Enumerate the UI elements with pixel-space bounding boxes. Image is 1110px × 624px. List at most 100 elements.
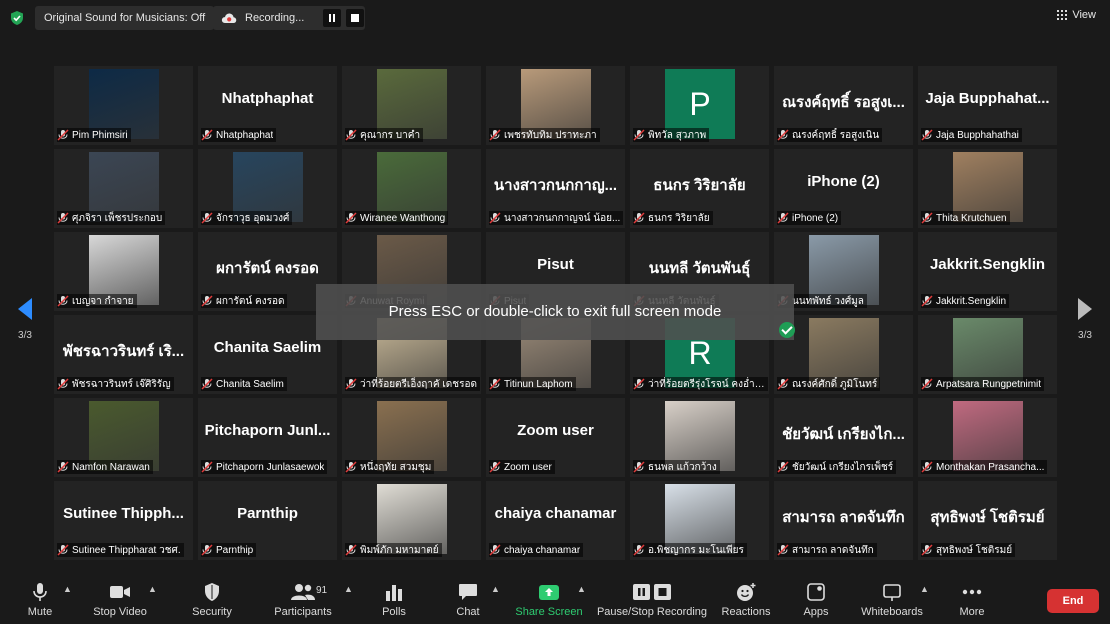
- polls-button[interactable]: Polls: [376, 572, 412, 624]
- participant-name: จักราวุธ อุดมวงศ์: [216, 212, 290, 224]
- participant-name: Pim Phimsiri: [72, 129, 128, 141]
- participant-tile[interactable]: สุทธิพงษ์ โชติรมย์ สุทธิพงษ์ โชติรมย์: [918, 481, 1057, 560]
- participant-name-label: Sutinee Thippharat วชศ.: [57, 543, 184, 557]
- security-button[interactable]: Security: [190, 572, 234, 624]
- view-button[interactable]: View: [1057, 9, 1096, 21]
- page-indicator-left: 3/3: [18, 330, 32, 341]
- participant-name-label: คุณากร บาคำ: [345, 128, 424, 142]
- participant-name: ธนพล แก้วกว้าง: [648, 461, 717, 473]
- participant-tile[interactable]: Zoom user Zoom user: [486, 398, 625, 477]
- participant-tile[interactable]: ศุภจิรา เพ็ชรประกอบ: [54, 149, 193, 228]
- participant-tile[interactable]: Thita Krutchuen: [918, 149, 1057, 228]
- mute-button[interactable]: Mute: [20, 572, 60, 624]
- participant-name: chaiya chanamar: [504, 544, 581, 556]
- participant-display-name: สุทธิพงษ์ โชติรมย์: [930, 509, 1045, 526]
- more-button[interactable]: More: [952, 572, 992, 624]
- participant-display-name: ผการัตน์ คงรอด: [216, 260, 319, 277]
- previous-page-button[interactable]: 3/3: [10, 298, 40, 341]
- participant-tile[interactable]: P พิทวัล สุวภาพ: [630, 66, 769, 145]
- participant-tile[interactable]: นางสาวกนกกาญ... นางสาวกนกกาญจน์ น้อย...: [486, 149, 625, 228]
- shield-icon: [205, 583, 219, 601]
- participant-tile[interactable]: พิมพ์ภัก มหามาตย์: [342, 481, 481, 560]
- participant-name: สามารถ ลาดจันทึก: [792, 544, 874, 556]
- participant-tile[interactable]: สามารถ ลาดจันทึก สามารถ ลาดจันทึก: [774, 481, 913, 560]
- participant-name-label: ศุภจิรา เพ็ชรประกอบ: [57, 211, 166, 225]
- participant-tile[interactable]: ธนกร วิริยาลัย ธนกร วิริยาลัย: [630, 149, 769, 228]
- participants-options-caret-icon[interactable]: ▲: [344, 584, 353, 594]
- participant-tile[interactable]: Monthakan Prasancha...: [918, 398, 1057, 477]
- pause-stop-recording-label: Pause/Stop Recording: [596, 606, 708, 618]
- participant-name: ศุภจิรา เพ็ชรประกอบ: [72, 212, 163, 224]
- share-screen-button[interactable]: Share Screen: [514, 572, 584, 624]
- chat-label: Chat: [456, 606, 480, 618]
- participant-tile[interactable]: ณรงค์ศักดิ์ ภูมิโนทร์: [774, 315, 913, 394]
- mute-label: Mute: [27, 606, 53, 618]
- participant-name: iPhone (2): [792, 212, 839, 224]
- participant-tile[interactable]: ชัยวัฒน์ เกรียงไก... ชัยวัฒน์ เกรียงไกรเพ…: [774, 398, 913, 477]
- participant-tile[interactable]: Pitchaporn Junl... Pitchaporn Junlasaewok: [198, 398, 337, 477]
- participant-name: ณรงค์ฤทธิ์ รอสูงเนิน: [792, 129, 880, 141]
- participant-name: เพชรทับทิม ปราทะภา: [504, 129, 597, 141]
- participant-tile[interactable]: ณรงค์ฤทธิ์ รอสูงเ... ณรงค์ฤทธิ์ รอสูงเนิน: [774, 66, 913, 145]
- end-meeting-button[interactable]: End: [1047, 589, 1099, 613]
- share-options-caret-icon[interactable]: ▲: [577, 584, 586, 594]
- next-page-button[interactable]: 3/3: [1070, 298, 1100, 341]
- security-label: Security: [192, 606, 232, 618]
- muted-microphone-icon: [489, 129, 501, 141]
- participant-tile[interactable]: Namfon Narawan: [54, 398, 193, 477]
- participant-tile[interactable]: Arpatsara Rungpetnimit: [918, 315, 1057, 394]
- participant-display-name: นนทลี วัตนพันธุ์: [648, 260, 751, 277]
- participant-name: ณรงค์ศักดิ์ ภูมิโนทร์: [792, 378, 878, 390]
- original-sound-button[interactable]: Original Sound for Musicians: Off: [35, 6, 215, 30]
- participant-tile[interactable]: Sutinee Thipph... Sutinee Thippharat วชศ.: [54, 481, 193, 560]
- participant-name-label: เพชรทับทิม ปราทะภา: [489, 128, 600, 142]
- participant-tile[interactable]: พัชรฉาวรินทร์ เริ... พัชรฉาวรินทร์ เจ๊ศิร…: [54, 315, 193, 394]
- participant-tile[interactable]: เบญจา กำจาย: [54, 232, 193, 311]
- muted-microphone-icon: [57, 544, 69, 556]
- participant-name-label: สามารถ ลาดจันทึก: [777, 543, 877, 557]
- participant-tile[interactable]: iPhone (2) iPhone (2): [774, 149, 913, 228]
- participant-name-label: Jaja Bupphahathai: [921, 128, 1022, 142]
- participant-tile[interactable]: Jakkrit.Sengklin Jakkrit.Sengklin: [918, 232, 1057, 311]
- participant-tile[interactable]: ธนพล แก้วกว้าง: [630, 398, 769, 477]
- pause-stop-icon: [633, 584, 671, 600]
- participant-tile[interactable]: Jaja Bupphahat... Jaja Bupphahathai: [918, 66, 1057, 145]
- muted-microphone-icon: [633, 544, 645, 556]
- participant-tile[interactable]: Wiranee Wanthong: [342, 149, 481, 228]
- mute-options-caret-icon[interactable]: ▲: [63, 584, 72, 594]
- participant-tile[interactable]: นนทพัทธ์ วงศ์มูล: [774, 232, 913, 311]
- participant-tile[interactable]: เพชรทับทิม ปราทะภา: [486, 66, 625, 145]
- whiteboards-button[interactable]: Whiteboards: [858, 572, 926, 624]
- chat-button[interactable]: Chat: [450, 572, 486, 624]
- participant-tile[interactable]: Parnthip Parnthip: [198, 481, 337, 560]
- muted-microphone-icon: [921, 378, 933, 390]
- muted-microphone-icon: [201, 212, 213, 224]
- reactions-button[interactable]: Reactions: [720, 572, 772, 624]
- participant-name: ว่าที่ร้อยตรีเอ็งฤาคั เดชรอด: [360, 378, 477, 390]
- participant-tile[interactable]: อ.พิชญากร มะโนเพียร: [630, 481, 769, 560]
- stop-video-button[interactable]: Stop Video: [90, 572, 150, 624]
- participant-tile[interactable]: Nhatphaphat Nhatphaphat: [198, 66, 337, 145]
- chat-options-caret-icon[interactable]: ▲: [491, 584, 500, 594]
- pause-stop-recording-button[interactable]: Pause/Stop Recording: [596, 572, 708, 624]
- stop-recording-button[interactable]: [346, 9, 364, 27]
- pause-recording-button[interactable]: [323, 9, 341, 27]
- participant-name: Monthakan Prasancha...: [936, 461, 1045, 473]
- participant-name: คุณากร บาคำ: [360, 129, 421, 141]
- cloud-recording-icon: [221, 13, 237, 23]
- participant-tile[interactable]: หนึ่งฤทัย สวมชุม: [342, 398, 481, 477]
- video-options-caret-icon[interactable]: ▲: [148, 584, 157, 594]
- participant-name-label: จักราวุธ อุดมวงศ์: [201, 211, 293, 225]
- muted-microphone-icon: [345, 212, 357, 224]
- apps-button[interactable]: Apps: [798, 572, 834, 624]
- muted-microphone-icon: [777, 461, 789, 473]
- participant-tile[interactable]: chaiya chanamar chaiya chanamar: [486, 481, 625, 560]
- participant-name-label: พิทวัล สุวภาพ: [633, 128, 710, 142]
- whiteboard-options-caret-icon[interactable]: ▲: [920, 584, 929, 594]
- participants-button[interactable]: Participants: [272, 572, 334, 624]
- security-shield-icon[interactable]: [10, 11, 24, 25]
- participant-tile[interactable]: Pim Phimsiri: [54, 66, 193, 145]
- participant-tile[interactable]: คุณากร บาคำ: [342, 66, 481, 145]
- participant-tile[interactable]: จักราวุธ อุดมวงศ์: [198, 149, 337, 228]
- participant-name-label: ชัยวัฒน์ เกรียงไกรเพ็ชร์: [777, 460, 897, 474]
